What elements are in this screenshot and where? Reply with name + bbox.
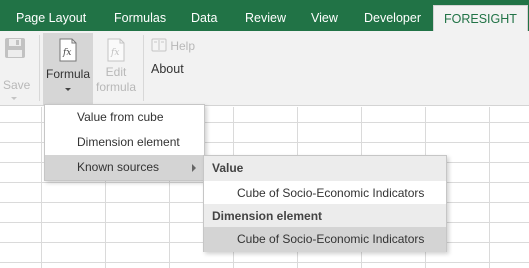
tab-review[interactable]: Review <box>245 0 286 31</box>
tab-data[interactable]: Data <box>191 0 217 31</box>
help-icon <box>151 38 167 52</box>
formula-dropdown-menu: Value from cube Dimension element Known … <box>44 104 205 181</box>
known-sources-label: Known sources <box>77 160 160 174</box>
section-header-dimension-element: Dimension element <box>204 204 446 229</box>
formula-button[interactable]: fx Formula <box>43 33 93 105</box>
edit-formula-fx-glyph: fx <box>110 48 119 58</box>
ribbon-tab-bar: Page Layout Formulas Data Review View De… <box>0 0 529 31</box>
menu-item-value-from-cube[interactable]: Value from cube <box>45 105 204 130</box>
group-separator <box>39 35 40 101</box>
ribbon-panel: Save fx Formula fx Edit formula Help Abo… <box>0 31 529 106</box>
dropdown-caret-icon <box>65 88 71 91</box>
help-button[interactable]: Help <box>151 38 201 54</box>
save-button[interactable]: Save <box>0 37 30 100</box>
edit-formula-button[interactable]: fx Edit formula <box>93 38 139 95</box>
tab-view[interactable]: View <box>311 0 338 31</box>
tab-formulas[interactable]: Formulas <box>114 0 166 31</box>
formula-fx-glyph: fx <box>62 48 71 58</box>
edit-formula-icon: fx <box>107 38 125 62</box>
dropdown-caret-icon <box>11 97 17 100</box>
save-label: Save <box>3 78 31 92</box>
edit-formula-label-1: Edit <box>105 65 127 79</box>
save-icon <box>5 38 25 58</box>
about-label: About <box>151 62 184 76</box>
help-label: Help <box>170 39 196 53</box>
tab-foresight[interactable]: FORESIGHT <box>433 5 528 31</box>
menu-item-value-socio-economic-cube[interactable]: Cube of Socio-Economic Indicators <box>204 181 446 206</box>
edit-formula-label-2: formula <box>95 80 136 94</box>
section-header-value: Value <box>204 156 446 181</box>
menu-item-dimension-socio-economic-cube[interactable]: Cube of Socio-Economic Indicators <box>204 227 446 252</box>
about-button[interactable]: About <box>151 62 191 77</box>
group-separator <box>143 35 144 101</box>
submenu-arrow-icon <box>192 164 196 172</box>
known-sources-submenu: Value Cube of Socio-Economic Indicators … <box>203 155 447 252</box>
menu-item-dimension-element[interactable]: Dimension element <box>45 130 204 155</box>
tab-developer[interactable]: Developer <box>364 0 421 31</box>
formula-fx-icon: fx <box>59 38 77 62</box>
menu-item-known-sources[interactable]: Known sources <box>45 155 204 180</box>
formula-label: Formula <box>45 67 90 81</box>
tab-page-layout[interactable]: Page Layout <box>16 0 86 31</box>
